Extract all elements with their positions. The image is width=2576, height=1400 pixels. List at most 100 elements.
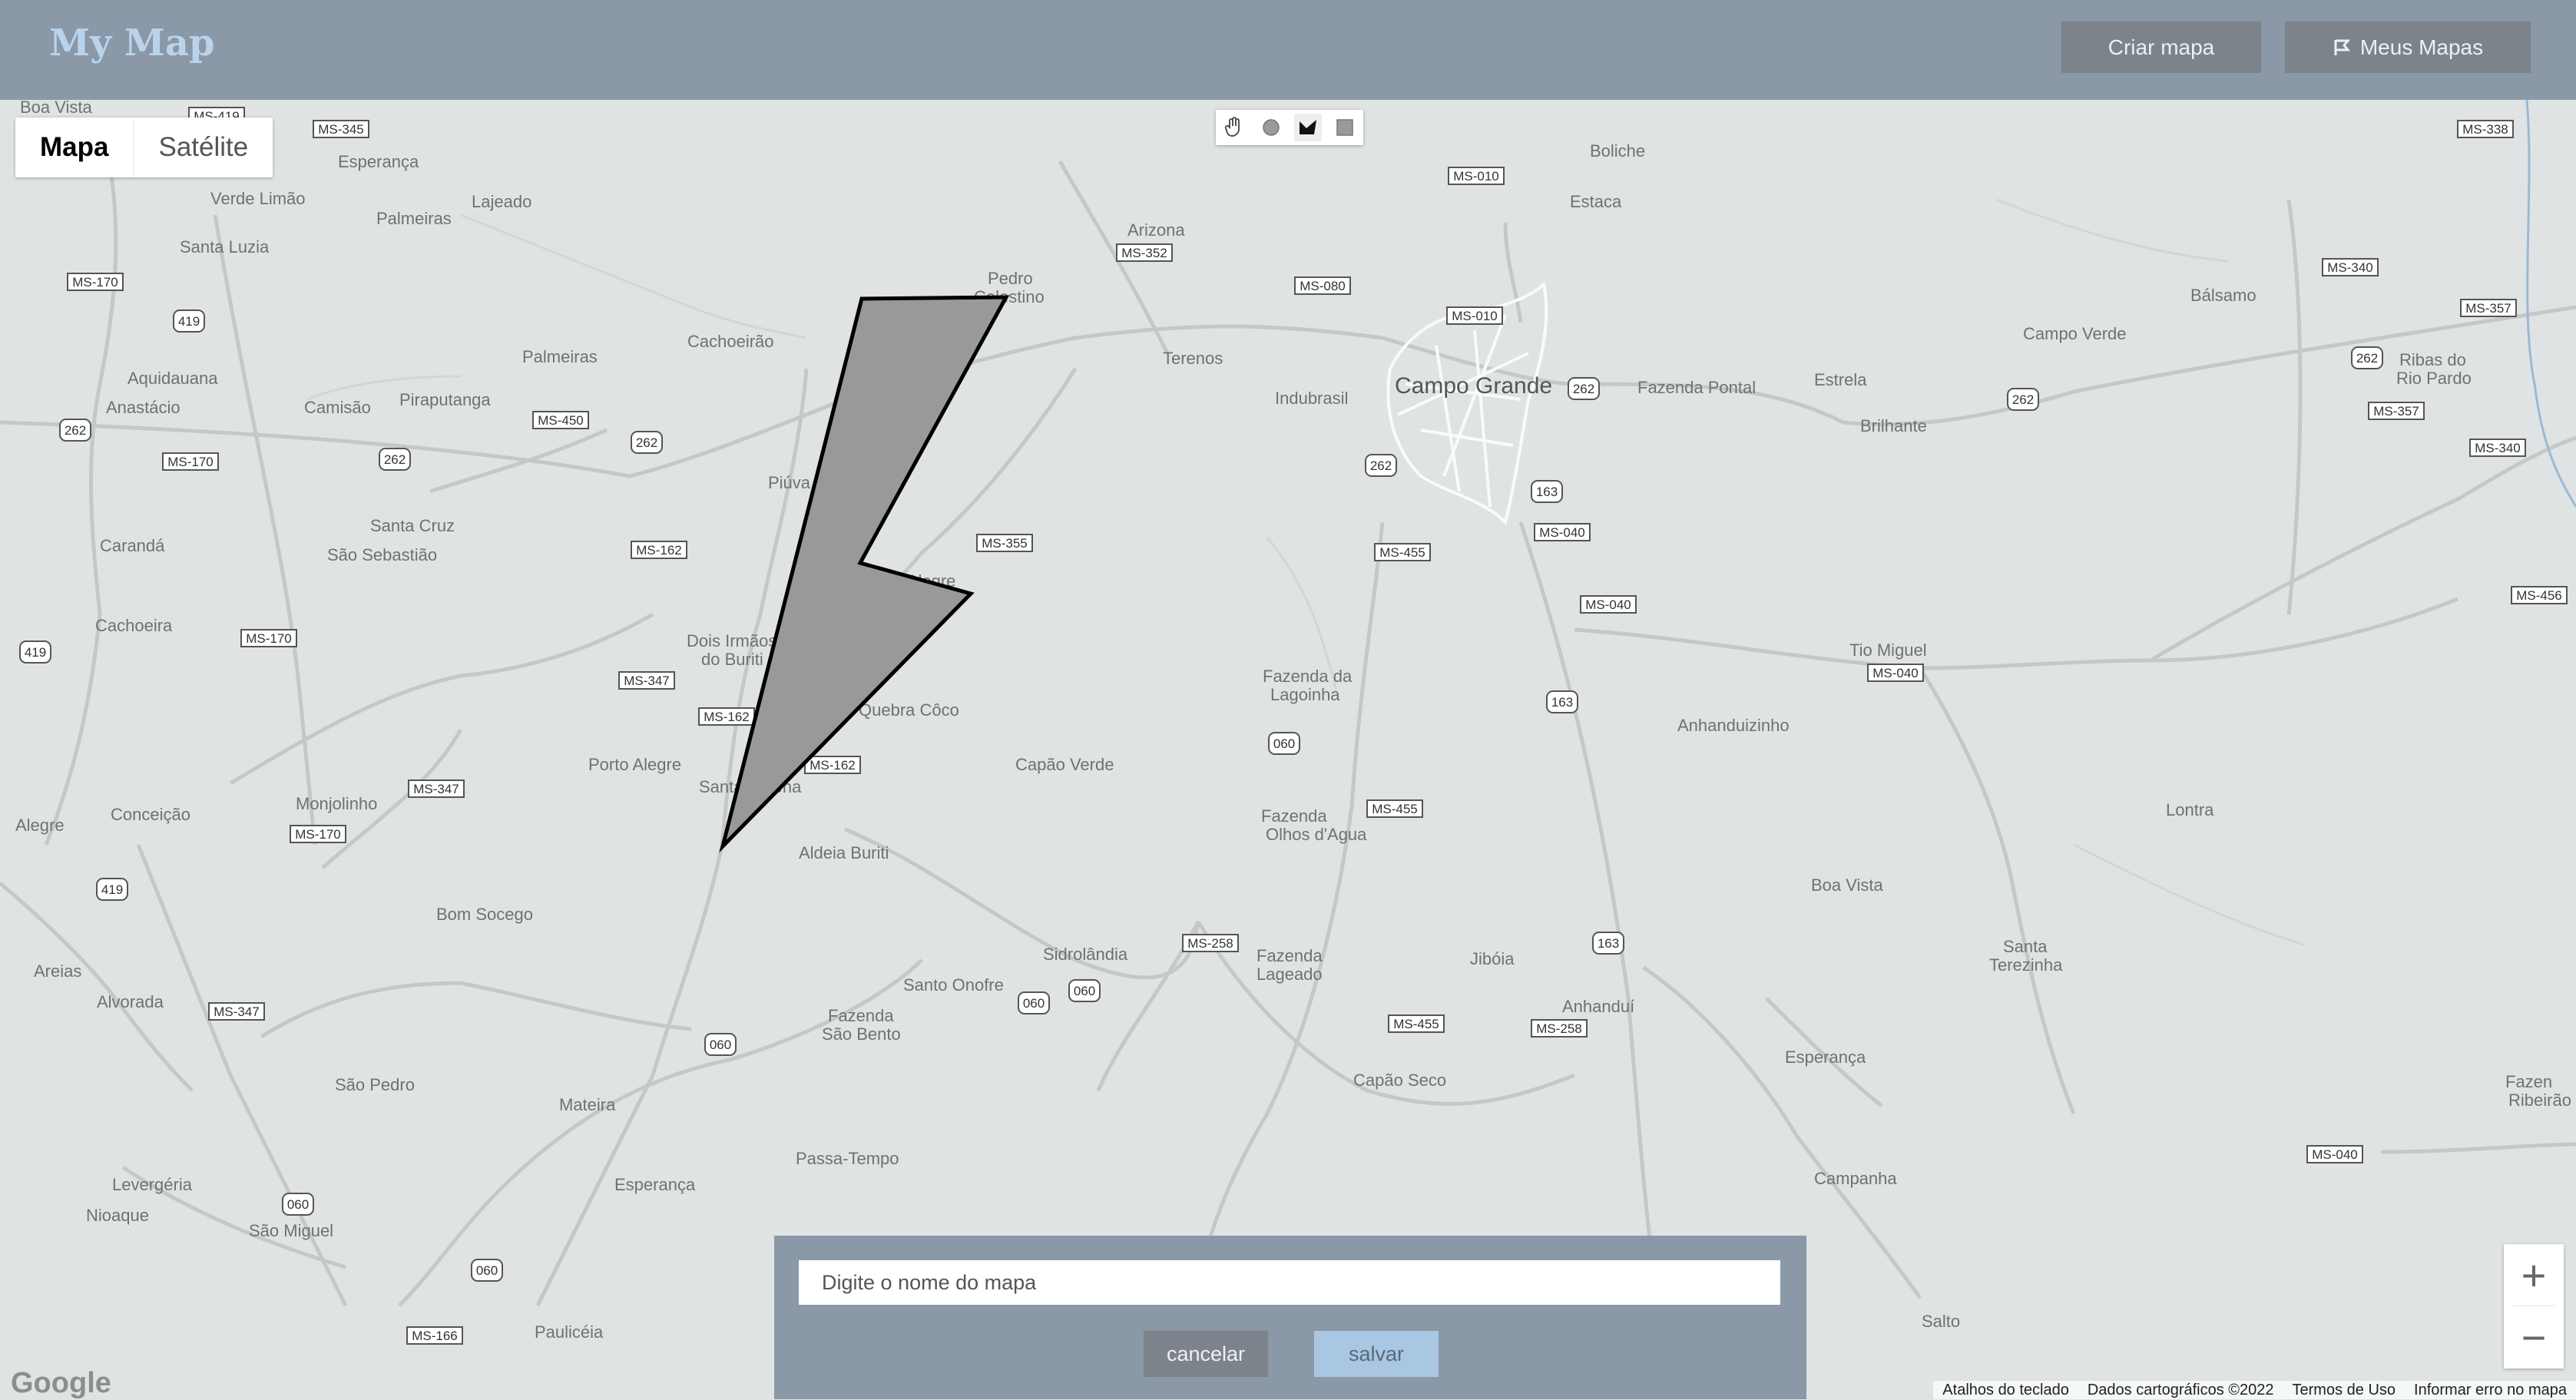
svg-text:Pedro: Pedro [988, 269, 1033, 288]
svg-text:Estaca: Estaca [1570, 192, 1622, 211]
svg-text:Mateira: Mateira [559, 1095, 616, 1114]
zoom-control: + − [2504, 1244, 2564, 1369]
map-type-map-button[interactable]: Mapa [15, 117, 134, 177]
svg-text:Terezinha: Terezinha [1989, 955, 2063, 975]
svg-text:Boa Vista: Boa Vista [1811, 875, 1884, 895]
svg-text:MS-010: MS-010 [1453, 169, 1499, 184]
map-name-input[interactable] [799, 1260, 1780, 1305]
svg-text:Piraputanga: Piraputanga [399, 390, 491, 409]
map-type-satellite-button[interactable]: Satélite [134, 117, 273, 177]
svg-text:MS-010: MS-010 [1452, 309, 1498, 323]
svg-text:Campanha: Campanha [1814, 1169, 1897, 1188]
svg-text:MS-258: MS-258 [1536, 1021, 1582, 1036]
svg-text:Campo Grande: Campo Grande [1395, 373, 1552, 399]
svg-text:Esperança: Esperança [338, 152, 419, 171]
svg-text:262: 262 [1370, 458, 1392, 473]
svg-text:163: 163 [1536, 485, 1558, 499]
svg-text:Terenos: Terenos [1163, 349, 1223, 368]
svg-text:262: 262 [2012, 392, 2034, 407]
svg-text:Santa: Santa [2003, 937, 2048, 956]
save-button[interactable]: salvar [1314, 1331, 1439, 1377]
svg-text:Salto: Salto [1922, 1312, 1960, 1331]
svg-text:262: 262 [65, 423, 86, 438]
svg-text:060: 060 [1273, 736, 1295, 751]
svg-text:Anhanduizinho: Anhanduizinho [1677, 716, 1790, 735]
svg-text:Rio Pardo: Rio Pardo [2396, 369, 2472, 388]
svg-text:Ribas do: Ribas do [2399, 350, 2466, 369]
svg-text:Santa Luzia: Santa Luzia [180, 237, 270, 257]
svg-text:Palmeiras: Palmeiras [522, 347, 598, 366]
svg-text:MS-040: MS-040 [1872, 666, 1919, 680]
svg-text:MS-355: MS-355 [982, 536, 1028, 551]
svg-text:Santo Onofre: Santo Onofre [903, 975, 1004, 995]
svg-text:Camisão: Camisão [304, 398, 371, 417]
terms-link[interactable]: Termos de Uso [2283, 1382, 2405, 1399]
svg-text:Palmeiras: Palmeiras [376, 209, 452, 228]
svg-text:Aquidauana: Aquidauana [127, 369, 218, 388]
svg-text:Lageado: Lageado [1257, 965, 1323, 984]
keyboard-shortcuts-link[interactable]: Atalhos do teclado [1933, 1382, 2078, 1399]
svg-text:Fazenda Pontal: Fazenda Pontal [1637, 378, 1756, 397]
map-canvas[interactable]: Boa Vista Esperança Palmeiras Lajeado Ve… [0, 100, 2576, 1399]
hand-icon[interactable] [1220, 114, 1248, 141]
my-maps-button[interactable]: Meus Mapas [2285, 22, 2531, 73]
cancel-button[interactable]: cancelar [1144, 1331, 1268, 1377]
svg-text:Paulicéia: Paulicéia [535, 1322, 604, 1342]
svg-text:MS-340: MS-340 [2327, 260, 2373, 275]
svg-text:Santa Cruz: Santa Cruz [370, 516, 455, 535]
svg-text:MS-080: MS-080 [1300, 279, 1346, 293]
svg-text:MS-450: MS-450 [538, 413, 584, 428]
svg-text:262: 262 [636, 435, 657, 450]
svg-text:São Sebastião: São Sebastião [327, 545, 437, 564]
svg-text:MS-258: MS-258 [1187, 936, 1233, 951]
svg-text:Lagoinha: Lagoinha [1270, 685, 1340, 704]
svg-text:163: 163 [1551, 695, 1573, 710]
google-logo[interactable]: Google [11, 1367, 111, 1400]
svg-text:MS-357: MS-357 [2465, 301, 2511, 316]
svg-text:262: 262 [384, 452, 406, 467]
svg-text:MS-455: MS-455 [1379, 545, 1425, 560]
svg-text:060: 060 [1074, 984, 1095, 998]
svg-text:Quebra Côco: Quebra Côco [859, 700, 959, 720]
svg-text:Alegre: Alegre [15, 816, 65, 835]
map-base: Boa Vista Esperança Palmeiras Lajeado Ve… [0, 100, 2576, 1399]
svg-text:MS-040: MS-040 [1585, 597, 1631, 612]
create-map-button[interactable]: Criar mapa [2061, 22, 2261, 73]
map-data-attribution: Dados cartográficos ©2022 [2087, 1381, 2274, 1398]
polygon-icon[interactable] [1294, 114, 1322, 141]
svg-text:Carandá: Carandá [100, 536, 165, 555]
svg-text:MS-162: MS-162 [704, 710, 750, 724]
svg-text:Aldeia Buriti: Aldeia Buriti [799, 843, 889, 862]
svg-text:060: 060 [1023, 996, 1045, 1011]
svg-text:MS-162: MS-162 [636, 543, 682, 558]
app-title: My Map [49, 22, 215, 65]
svg-text:Boliche: Boliche [1590, 141, 1645, 161]
report-error-link[interactable]: Informar erro no mapa [2405, 1382, 2576, 1399]
svg-text:Anhanduí: Anhanduí [1562, 997, 1634, 1016]
svg-text:Jibóia: Jibóia [1470, 949, 1515, 968]
svg-text:MS-352: MS-352 [1121, 246, 1167, 260]
svg-text:Dois Irmãos: Dois Irmãos [687, 631, 776, 650]
zoom-in-button[interactable]: + [2504, 1244, 2564, 1306]
svg-text:Fazenda: Fazenda [1261, 806, 1327, 826]
svg-text:MS-357: MS-357 [2373, 404, 2419, 419]
rectangle-icon[interactable] [1331, 114, 1359, 141]
svg-text:São Bento: São Bento [822, 1024, 901, 1044]
svg-text:Piúva: Piúva [768, 473, 811, 492]
svg-text:419: 419 [178, 314, 200, 329]
svg-text:MS-170: MS-170 [72, 275, 118, 290]
svg-text:MS-166: MS-166 [412, 1329, 458, 1343]
svg-text:MS-456: MS-456 [2516, 588, 2562, 603]
svg-text:Cachoeira: Cachoeira [95, 616, 173, 635]
svg-text:Tio Miguel: Tio Miguel [1849, 640, 1927, 660]
zoom-out-button[interactable]: − [2504, 1306, 2564, 1368]
save-map-panel: cancelar salvar [774, 1236, 1806, 1399]
my-maps-label: Meus Mapas [2359, 35, 2484, 59]
svg-text:MS-040: MS-040 [1539, 525, 1585, 540]
svg-text:MS-162: MS-162 [810, 758, 856, 773]
svg-text:MS-170: MS-170 [295, 827, 341, 842]
svg-text:Anastácio: Anastácio [106, 398, 180, 417]
map-type-control: Mapa Satélite [15, 117, 273, 177]
svg-text:Bálsamo: Bálsamo [2190, 286, 2256, 305]
circle-icon[interactable] [1257, 114, 1285, 141]
